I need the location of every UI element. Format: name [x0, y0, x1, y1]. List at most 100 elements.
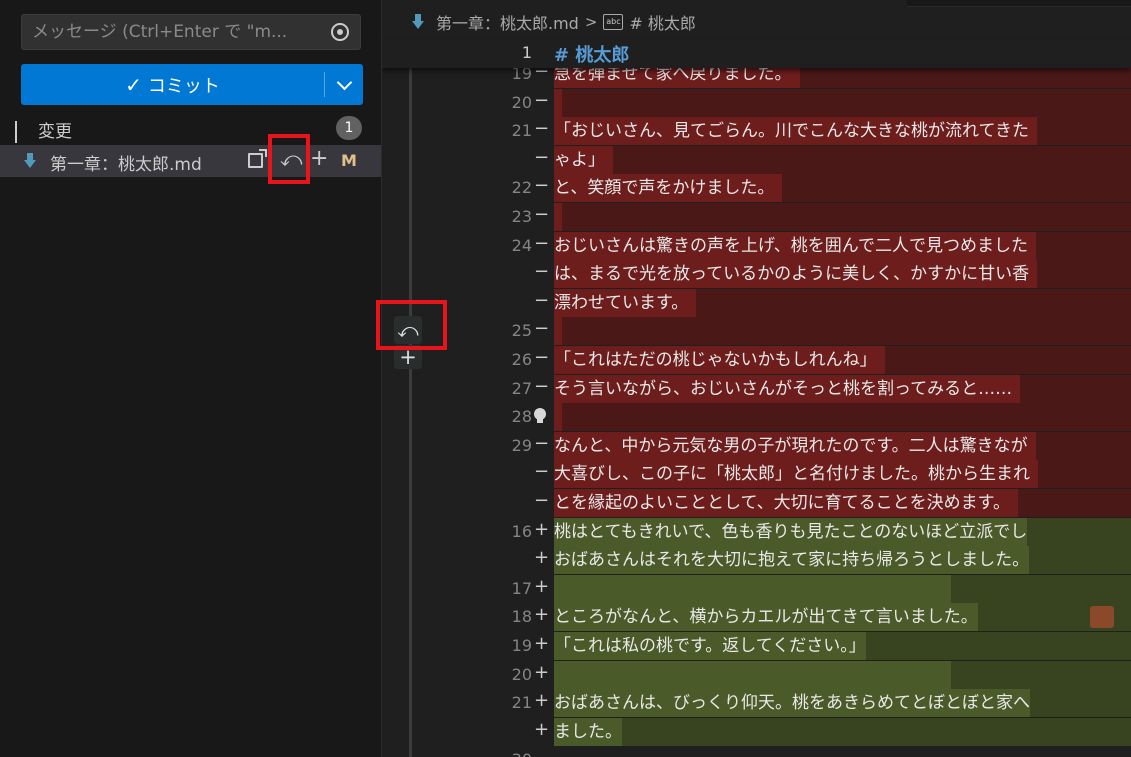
inserted-line-marker: +	[534, 519, 550, 540]
commit-dropdown-button[interactable]	[325, 64, 363, 105]
line-number: 29	[511, 436, 532, 455]
revert-hunk-button[interactable]: ⤺	[394, 316, 422, 344]
code-line[interactable]: 16 + 桃はとてもきれいで、色も香りも見たことのないほど立派でし	[382, 518, 1131, 546]
line-text: ところがなんと、横からカエルが出てきて言いました。	[554, 603, 978, 631]
breadcrumb: 第一章：桃太郎.md > abc # 桃太郎	[412, 10, 696, 34]
chevron-down-icon	[336, 74, 352, 90]
code-line[interactable]: 24− おじいさんは驚きの声を上げ、桃を囲んで二人で見つめました	[382, 232, 1131, 260]
code-line[interactable]: + ました。	[382, 718, 1131, 746]
inserted-line-marker: +	[534, 633, 550, 654]
line-text: おじいさんは驚きの声を上げ、桃を囲んで二人で見つめました	[554, 232, 1036, 260]
breadcrumb-file[interactable]: 第一章：桃太郎.md	[436, 10, 579, 34]
lightbulb-icon[interactable]	[534, 408, 546, 423]
inserted-line-marker: +	[534, 662, 550, 683]
modified-status-badge: M	[341, 151, 357, 170]
line-text: と、笑顔で声をかけました。	[554, 174, 783, 202]
code-line[interactable]: − 大喜びし、この子に「桃太郎」と名付けました。桃から生まれ	[382, 460, 1131, 488]
code-line[interactable]: 25−	[382, 317, 1131, 345]
chevron-down-icon[interactable]	[15, 121, 17, 143]
code-line[interactable]: 21 + おばあさんは、びっくり仰天。桃をあきらめてとぼとぼと家へ	[382, 689, 1131, 717]
deleted-line-marker: −	[534, 175, 550, 196]
stage-changes-icon[interactable]: +	[310, 146, 328, 171]
diff-line-band	[554, 317, 1131, 345]
code-line[interactable]: 30	[382, 746, 1131, 757]
commit-message-input[interactable]: メッセージ (Ctrl+Enter で "m...	[21, 14, 361, 50]
diff-editor: 第一章：桃太郎.md > abc # 桃太郎 1 # 桃太郎 19− 急を弾ませて…	[382, 0, 1131, 757]
markdown-arrow-icon	[412, 14, 424, 30]
code-line[interactable]: − 漂わせています。	[382, 289, 1131, 317]
code-line[interactable]: 21− 「おじいさん、見てごらん。川でこんな大きな桃が流れてきた	[382, 117, 1131, 145]
code-line[interactable]: 19 + 「これは私の桃です。返してください。」	[382, 632, 1131, 660]
changes-section-header[interactable]: 変更 1	[0, 115, 381, 143]
line-number: 18	[511, 607, 532, 626]
discard-icon[interactable]: ⤺	[280, 147, 302, 172]
line-text	[554, 203, 562, 231]
changed-file-item[interactable]: 第一章：桃太郎.md ⤺ + M	[0, 145, 381, 177]
commit-main-action[interactable]: ✓ コミット	[21, 64, 324, 105]
inserted-line-marker: +	[534, 604, 550, 625]
inserted-line-marker: +	[534, 547, 550, 568]
code-line[interactable]: 28	[382, 403, 1131, 431]
deleted-line-marker: −	[534, 290, 550, 311]
code-line[interactable]: − とを縁起のよいこととして、大切に育てることを決めます。	[382, 489, 1131, 517]
diff-line-band	[554, 718, 1131, 746]
inserted-line-marker: +	[534, 690, 550, 711]
line-number: 27	[511, 379, 532, 398]
line-text: おばあさんはそれを大切に抱えて家に持ち帰ろうとしました。	[554, 546, 1030, 574]
commit-button[interactable]: ✓ コミット	[21, 64, 363, 105]
plus-icon: +	[399, 345, 417, 369]
line-text: 「これはただの桃じゃないかもしれんね」	[554, 346, 885, 374]
code-line[interactable]: − ゃよ」	[382, 146, 1131, 174]
line-number: 23	[511, 207, 532, 226]
code-line[interactable]: 27− そう言いながら、おじいさんがそっと桃を割ってみると……	[382, 375, 1131, 403]
deleted-line-marker: −	[534, 233, 550, 254]
deleted-line-marker: −	[534, 118, 550, 139]
code-line[interactable]: + おばあさんはそれを大切に抱えて家に持ち帰ろうとしました。	[382, 546, 1131, 574]
code-line[interactable]: 23−	[382, 203, 1131, 231]
code-line[interactable]: 29− なんと、中から元気な男の子が現れたのです。二人は驚きなが	[382, 432, 1131, 460]
code-line[interactable]: − は、まるで光を放っているかのように美しく、かすかに甘い香	[382, 260, 1131, 288]
line-number: 24	[511, 236, 532, 255]
line-text	[554, 661, 951, 689]
markdown-arrow-icon	[24, 153, 36, 169]
deleted-line-marker: −	[534, 433, 550, 454]
diff-line-band	[554, 146, 1131, 174]
line-text: そう言いながら、おじいさんがそっと桃を割ってみると……	[554, 375, 1021, 403]
line-text: 大喜びし、この子に「桃太郎」と名付けました。桃から生まれ	[554, 460, 1038, 488]
diff-line-band	[554, 403, 1131, 431]
circle-dot-icon[interactable]	[331, 23, 349, 41]
line-number: 16	[511, 522, 532, 541]
code-line[interactable]: 20 +	[382, 661, 1131, 689]
deleted-line-marker: −	[534, 347, 550, 368]
inserted-line-marker: +	[534, 719, 550, 740]
line-text: おばあさんは、びっくり仰天。桃をあきらめてとぼとぼと家へ	[554, 689, 1030, 717]
changes-count-badge: 1	[336, 116, 362, 140]
code-line[interactable]: 20−	[382, 89, 1131, 117]
line-number: 28	[511, 407, 532, 426]
line-number: 22	[511, 178, 532, 197]
code-line[interactable]: 26− 「これはただの桃じゃないかもしれんね」	[382, 346, 1131, 374]
line-number: 17	[511, 579, 532, 598]
line-text: 「おじいさん、見てごらん。川でこんな大きな桃が流れてきた	[554, 117, 1037, 145]
line-text: 桃はとてもきれいで、色も香りも見たことのないほど立派でし	[554, 518, 1028, 546]
line-text: 漂わせています。	[554, 289, 697, 317]
changes-label: 変更	[38, 122, 72, 142]
inserted-line-marker: +	[534, 576, 550, 597]
line-text	[554, 575, 951, 603]
breadcrumb-symbol[interactable]: # 桃太郎	[629, 10, 696, 34]
deleted-line-marker: −	[534, 376, 550, 397]
diff-line-band	[554, 203, 1131, 231]
code-line[interactable]: 22− と、笑顔で声をかけました。	[382, 174, 1131, 202]
line-text: ました。	[554, 718, 622, 746]
stage-hunk-button[interactable]: +	[394, 345, 422, 369]
deleted-line-marker: −	[534, 90, 550, 111]
sticky-scroll-line[interactable]: 1 # 桃太郎	[382, 40, 1131, 68]
code-line[interactable]: 18 + ところがなんと、横からカエルが出てきて言いました。	[382, 603, 1131, 631]
source-control-sidebar: メッセージ (Ctrl+Enter で "m... ✓ コミット 変更 1 第一…	[0, 0, 382, 757]
code-line[interactable]: 17 +	[382, 575, 1131, 603]
line-number: 21	[511, 693, 532, 712]
deleted-line-marker: −	[534, 204, 550, 225]
line-text	[554, 317, 562, 345]
open-file-icon[interactable]	[248, 149, 267, 168]
line-number: 20	[511, 665, 532, 684]
